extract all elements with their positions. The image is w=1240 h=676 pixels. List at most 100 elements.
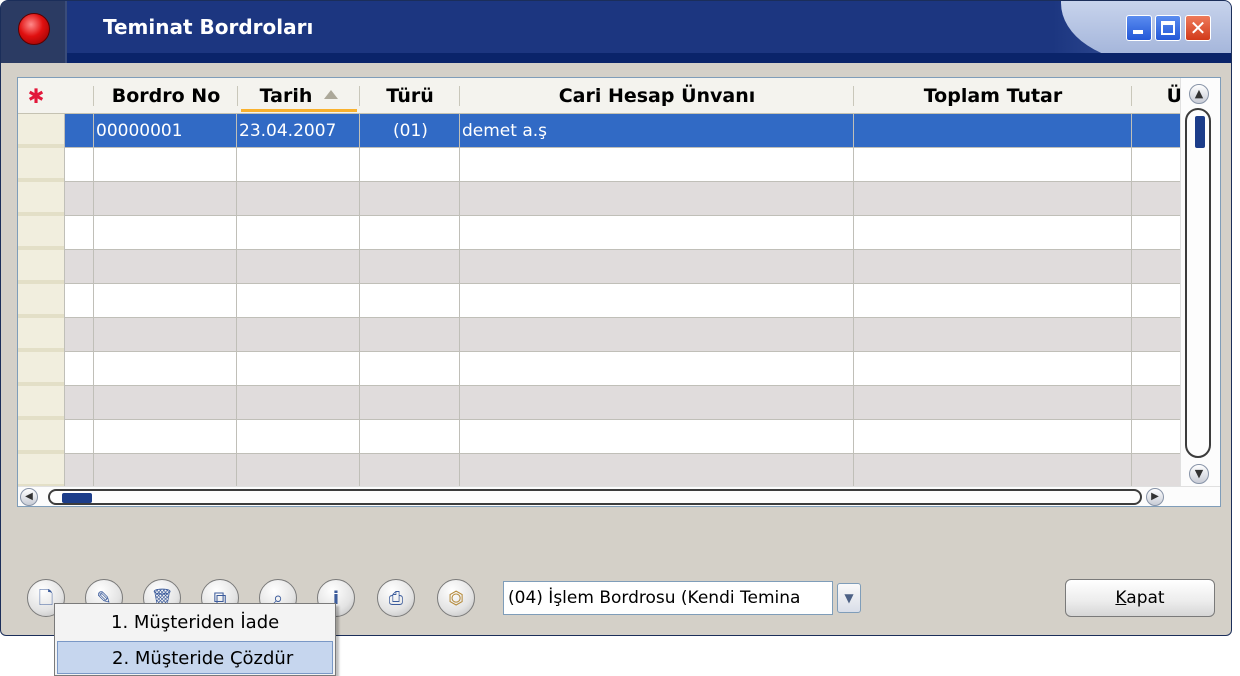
scroll-left-icon[interactable]: ◀ bbox=[20, 488, 38, 506]
cell-turu[interactable]: (01) bbox=[360, 114, 460, 148]
menu-item-musteriden-iade[interactable]: 1. Müşteriden İade bbox=[57, 606, 333, 639]
table-cell[interactable] bbox=[94, 420, 237, 454]
table-cell[interactable] bbox=[237, 318, 360, 352]
table-cell[interactable] bbox=[360, 216, 460, 250]
row-header[interactable] bbox=[18, 148, 65, 182]
app-icon[interactable] bbox=[18, 13, 50, 45]
table-cell[interactable] bbox=[854, 182, 1132, 216]
menu-item-musteride-cozdur[interactable]: 2. Müşteride Çözdür bbox=[57, 641, 333, 674]
table-cell[interactable] bbox=[66, 250, 94, 284]
chevron-down-icon[interactable]: ▼ bbox=[837, 583, 861, 613]
table-cell[interactable] bbox=[854, 318, 1132, 352]
row-header[interactable] bbox=[18, 284, 65, 318]
table-cell[interactable] bbox=[360, 318, 460, 352]
table-cell[interactable] bbox=[360, 284, 460, 318]
table-cell[interactable] bbox=[237, 182, 360, 216]
bordro-type-select[interactable]: (04) İşlem Bordrosu (Kendi Temina bbox=[503, 581, 833, 615]
scroll-down-icon[interactable]: ▼ bbox=[1189, 464, 1209, 484]
table-cell[interactable] bbox=[1132, 352, 1181, 386]
table-cell[interactable] bbox=[1132, 284, 1181, 318]
column-header-toplam-tutar[interactable]: Toplam Tutar bbox=[854, 78, 1132, 114]
row-header[interactable] bbox=[18, 114, 65, 148]
close-button[interactable]: Kapat bbox=[1065, 579, 1215, 617]
table-cell[interactable] bbox=[460, 216, 854, 250]
horizontal-scroll-thumb[interactable] bbox=[62, 493, 92, 503]
horizontal-scrollbar[interactable]: ◀ ▶ bbox=[18, 486, 1220, 506]
table-row[interactable] bbox=[18, 386, 1181, 420]
table-cell[interactable] bbox=[854, 216, 1132, 250]
table-cell[interactable] bbox=[1132, 386, 1181, 420]
table-cell[interactable] bbox=[1132, 318, 1181, 352]
table-cell[interactable] bbox=[94, 182, 237, 216]
table-cell[interactable] bbox=[1132, 250, 1181, 284]
vertical-scroll-thumb[interactable] bbox=[1195, 116, 1205, 148]
column-header-turu[interactable]: Türü bbox=[360, 78, 460, 114]
cell-toplam-tutar[interactable] bbox=[854, 114, 1132, 148]
table-row[interactable] bbox=[18, 318, 1181, 352]
table-cell[interactable] bbox=[237, 420, 360, 454]
column-header-cari-hesap-unvani[interactable]: Cari Hesap Ünvanı bbox=[460, 78, 854, 114]
table-cell[interactable] bbox=[1132, 216, 1181, 250]
row-header[interactable] bbox=[18, 386, 65, 420]
table-cell[interactable] bbox=[1132, 182, 1181, 216]
data-grid[interactable]: ✱ Bordro No Tarih Türü Cari Hesap Ünvanı… bbox=[17, 77, 1221, 507]
table-cell[interactable] bbox=[360, 182, 460, 216]
table-cell[interactable] bbox=[460, 318, 854, 352]
table-cell[interactable] bbox=[94, 318, 237, 352]
table-cell[interactable] bbox=[94, 454, 237, 488]
table-row[interactable] bbox=[18, 284, 1181, 318]
table-row[interactable] bbox=[18, 454, 1181, 488]
row-header[interactable] bbox=[18, 216, 65, 250]
table-cell[interactable] bbox=[237, 454, 360, 488]
table-row[interactable] bbox=[18, 148, 1181, 182]
table-cell[interactable] bbox=[360, 250, 460, 284]
table-cell[interactable] bbox=[1132, 148, 1181, 182]
vertical-scrollbar[interactable]: ▲ ▼ bbox=[1180, 78, 1220, 488]
table-cell[interactable] bbox=[854, 352, 1132, 386]
table-cell[interactable] bbox=[237, 216, 360, 250]
table-cell[interactable] bbox=[237, 386, 360, 420]
table-row[interactable] bbox=[18, 352, 1181, 386]
table-cell[interactable] bbox=[66, 284, 94, 318]
table-cell[interactable] bbox=[854, 250, 1132, 284]
filter-button[interactable]: ⏣ bbox=[437, 579, 475, 617]
select-all-cell[interactable]: ✱ bbox=[18, 78, 66, 114]
table-cell[interactable] bbox=[360, 386, 460, 420]
table-cell[interactable] bbox=[94, 148, 237, 182]
maximize-button[interactable] bbox=[1155, 15, 1181, 41]
column-header-bordro-no[interactable]: Bordro No bbox=[94, 78, 238, 114]
cell-bordro-no[interactable]: 00000001 bbox=[94, 114, 237, 148]
table-cell[interactable] bbox=[66, 182, 94, 216]
table-cell[interactable] bbox=[460, 250, 854, 284]
table-cell[interactable] bbox=[66, 216, 94, 250]
table-cell[interactable] bbox=[460, 454, 854, 488]
table-row[interactable] bbox=[18, 182, 1181, 216]
table-cell[interactable] bbox=[460, 148, 854, 182]
table-cell[interactable] bbox=[237, 284, 360, 318]
row-header[interactable] bbox=[18, 420, 65, 454]
table-cell[interactable] bbox=[94, 386, 237, 420]
row-header[interactable] bbox=[18, 182, 65, 216]
cell-extra[interactable] bbox=[1132, 114, 1181, 148]
table-cell[interactable] bbox=[237, 352, 360, 386]
table-cell[interactable] bbox=[94, 250, 237, 284]
table-cell[interactable] bbox=[94, 216, 237, 250]
minimize-button[interactable] bbox=[1126, 15, 1152, 41]
table-cell[interactable] bbox=[460, 182, 854, 216]
table-row[interactable] bbox=[18, 250, 1181, 284]
scroll-right-icon[interactable]: ▶ bbox=[1146, 488, 1164, 506]
table-cell[interactable] bbox=[854, 420, 1132, 454]
table-cell[interactable] bbox=[854, 148, 1132, 182]
table-cell[interactable] bbox=[66, 420, 94, 454]
table-row[interactable] bbox=[18, 420, 1181, 454]
table-cell[interactable] bbox=[66, 454, 94, 488]
row-header[interactable] bbox=[18, 250, 65, 284]
table-cell[interactable] bbox=[460, 352, 854, 386]
table-cell[interactable] bbox=[237, 148, 360, 182]
table-cell[interactable] bbox=[66, 352, 94, 386]
close-window-button[interactable]: ✕ bbox=[1185, 15, 1211, 41]
table-cell[interactable] bbox=[66, 318, 94, 352]
table-row[interactable] bbox=[18, 216, 1181, 250]
table-row[interactable]: 00000001 23.04.2007 (01) demet a.ş bbox=[18, 114, 1181, 148]
table-cell[interactable] bbox=[360, 148, 460, 182]
